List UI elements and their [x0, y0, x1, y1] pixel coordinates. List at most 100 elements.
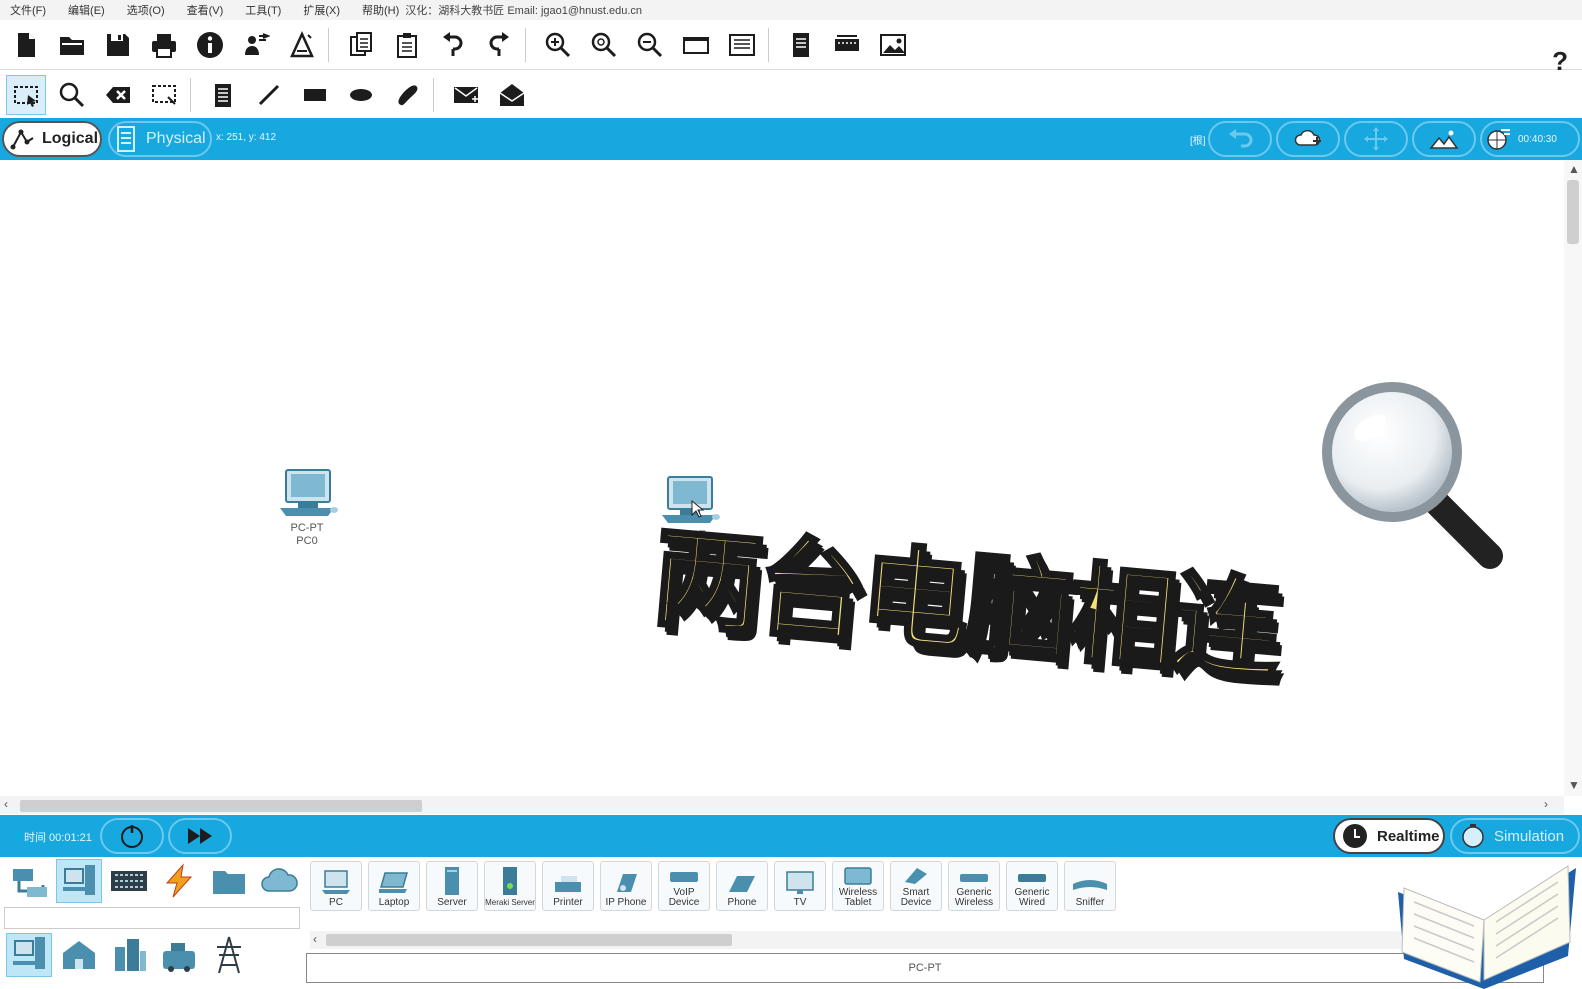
workspace-vertical-scrollbar[interactable]: ▲ ▼: [1564, 160, 1582, 796]
device-sniffer-button[interactable]: Sniffer: [1064, 861, 1116, 911]
category-miscellaneous[interactable]: [206, 859, 252, 903]
menu-extensions[interactable]: 扩展(X): [303, 2, 340, 18]
device-generic-wireless-button[interactable]: Generic Wireless: [948, 861, 1000, 911]
workspace-horizontal-scrollbar[interactable]: ‹ ›: [0, 796, 1564, 814]
zoom-in-button[interactable]: [538, 25, 578, 65]
viewport-clock-button[interactable]: 00:40:30: [1480, 121, 1580, 157]
device-generic-wireless-label: Generic Wireless: [954, 887, 994, 908]
palette-horizontal-scrollbar[interactable]: ‹: [310, 931, 1410, 949]
back-button[interactable]: [1208, 121, 1272, 157]
menu-options[interactable]: 选项(O): [127, 2, 165, 18]
device-meraki-server-button[interactable]: Meraki Server: [484, 861, 536, 911]
cloud-icon: [261, 868, 298, 892]
tv-icon: [786, 871, 814, 894]
toolbar-separator: [190, 77, 191, 112]
delete-tool-button[interactable]: [98, 75, 138, 115]
scroll-down-arrow[interactable]: ▼: [1568, 778, 1580, 792]
device-voip-button[interactable]: VoIP Device: [658, 861, 710, 911]
new-file-button[interactable]: [6, 25, 46, 65]
subcategory-smart-city[interactable]: [106, 933, 152, 977]
add-complex-pdu-button[interactable]: [492, 75, 532, 115]
note-tool-button[interactable]: [203, 75, 243, 115]
palette-scroll-left-arrow[interactable]: ‹: [313, 932, 317, 946]
horizontal-scroll-thumb[interactable]: [20, 800, 422, 812]
menu-tools[interactable]: 工具(T): [245, 2, 281, 18]
scroll-up-arrow[interactable]: ▲: [1568, 162, 1580, 176]
logical-workspace[interactable]: PC-PT PC0 PC-PT PC1 两台电脑相连: [0, 160, 1582, 796]
move-object-button[interactable]: [1344, 121, 1408, 157]
line-tool-button[interactable]: [249, 75, 289, 115]
common-tools-bar: [0, 71, 1582, 118]
menu-file[interactable]: 文件(F): [10, 2, 46, 18]
device-wireless-tablet-button[interactable]: Wireless Tablet: [832, 861, 884, 911]
set-background-button[interactable]: [1412, 121, 1476, 157]
category-connections[interactable]: [156, 859, 202, 903]
line-icon: [258, 84, 280, 105]
zoom-reset-icon: [591, 32, 617, 57]
device-laptop-button[interactable]: Laptop: [368, 861, 420, 911]
device-ip-phone-button[interactable]: IP Phone: [600, 861, 652, 911]
device-phone-button[interactable]: Phone: [716, 861, 768, 911]
device-meraki-server-label: Meraki Server: [485, 898, 535, 907]
scroll-right-arrow[interactable]: ›: [1544, 797, 1548, 811]
overlay-title: 两台电脑相连: [647, 513, 1284, 696]
zoom-reset-button[interactable]: [584, 25, 624, 65]
logical-tab[interactable]: Logical: [2, 121, 102, 157]
category-network-devices[interactable]: [6, 859, 52, 903]
menu-edit[interactable]: 编辑(E): [68, 2, 105, 18]
category-multiuser[interactable]: [256, 859, 302, 903]
subcategory-home[interactable]: [56, 933, 102, 977]
clock-icon: [1343, 824, 1367, 848]
redo-button[interactable]: [479, 25, 519, 65]
save-button[interactable]: [98, 25, 138, 65]
router-switch-icon: [13, 869, 47, 897]
rectangle-tool-button[interactable]: [295, 75, 335, 115]
device-laptop-label: Laptop: [378, 897, 410, 908]
subcategory-industrial[interactable]: [156, 933, 202, 977]
vertical-scroll-thumb[interactable]: [1567, 180, 1579, 244]
selected-model-field: PC-PT: [306, 953, 1544, 983]
category-end-devices[interactable]: [56, 859, 102, 903]
device-printer-button[interactable]: Printer: [542, 861, 594, 911]
menu-view[interactable]: 查看(V): [187, 2, 224, 18]
ipc-button[interactable]: [827, 25, 867, 65]
print-button[interactable]: [144, 25, 184, 65]
zoom-out-button[interactable]: [630, 25, 670, 65]
physical-tab[interactable]: Physical: [108, 121, 212, 157]
resize-tool-button[interactable]: [144, 75, 184, 115]
device-smart-device-button[interactable]: Smart Device: [890, 861, 942, 911]
info-button[interactable]: [190, 25, 230, 65]
new-cluster-button[interactable]: [1276, 121, 1340, 157]
activity-wizard-button[interactable]: [282, 25, 322, 65]
fast-forward-button[interactable]: [168, 818, 232, 854]
device-tv-button[interactable]: TV: [774, 861, 826, 911]
device-server-button[interactable]: Server: [426, 861, 478, 911]
freeform-tool-button[interactable]: [387, 75, 427, 115]
custom-device-button[interactable]: [722, 25, 762, 65]
screenshot-button[interactable]: [873, 25, 913, 65]
toolbar-separator: [433, 77, 434, 112]
viewport-button[interactable]: [781, 25, 821, 65]
paste-button[interactable]: [387, 25, 427, 65]
device-pc-button[interactable]: PC: [310, 861, 362, 911]
note-icon: [215, 83, 231, 107]
palette-scroll-thumb[interactable]: [326, 934, 732, 946]
ellipse-tool-button[interactable]: [341, 75, 381, 115]
power-cycle-button[interactable]: [100, 818, 164, 854]
select-tool-button[interactable]: [6, 74, 46, 115]
add-simple-pdu-button[interactable]: [446, 75, 486, 115]
logical-tab-label: Logical: [42, 130, 99, 147]
scroll-left-arrow[interactable]: ‹: [4, 797, 8, 811]
drawing-palette-button[interactable]: [676, 25, 716, 65]
copy-button[interactable]: [341, 25, 381, 65]
open-button[interactable]: [52, 25, 92, 65]
category-components[interactable]: [106, 859, 152, 903]
inspect-tool-button[interactable]: [52, 75, 92, 115]
subcategory-power-grid[interactable]: [206, 933, 252, 977]
undo-button[interactable]: [433, 25, 473, 65]
network-info-button[interactable]: [236, 25, 276, 65]
menu-help[interactable]: 帮助(H): [362, 2, 399, 18]
subcategory-end-devices[interactable]: [6, 933, 52, 977]
pc0-device[interactable]: PC-PT PC0: [272, 468, 342, 548]
device-generic-wired-button[interactable]: Generic Wired: [1006, 861, 1058, 911]
